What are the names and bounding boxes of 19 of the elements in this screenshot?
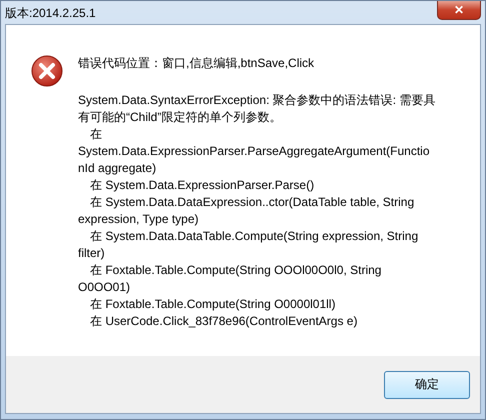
close-button[interactable]: ✕ [437,1,481,20]
error-location-text: 错误代码位置：窗口,信息编辑,btnSave,Click [78,55,316,72]
error-detail-line: nId aggregate) [78,160,158,177]
stack-frame-line: 在 Foxtable.Table.Compute(String O0000l01ll) [89,296,336,313]
stack-frame-line: 在 Foxtable.Table.Compute(String OOOl00O0l0, String [89,262,382,279]
error-detail-line: System.Data.ExpressionParser.ParseAggregateArgument(Functio [78,143,430,160]
error-detail-line: System.Data.SyntaxErrorException: 聚合参数中的语法错误: 需要具 [78,92,436,109]
ok-button[interactable]: 确定 [384,370,470,398]
window-title: 版本:2014.2.25.1 [5,5,96,22]
stack-frame-line: 在 UserCode.Click_83f78e96(ControlEventArgs e) [89,313,358,330]
error-detail-line: filter) [78,245,106,262]
stack-frame-line: 在 [89,126,103,143]
error-detail-line: expression, Type type) [78,211,200,228]
error-detail-line: 有可能的“Child”限定符的单个列参数。 [78,109,282,126]
stack-frame-line: 在 System.Data.DataExpression..ctor(DataTable table, String [89,194,416,211]
stack-frame-line: 在 System.Data.ExpressionParser.Parse() [89,177,316,194]
error-icon [31,55,63,87]
error-detail-line: O0OO01) [78,279,132,296]
stack-frame-line: 在 System.Data.DataTable.Compute(String expression, String [89,228,420,245]
